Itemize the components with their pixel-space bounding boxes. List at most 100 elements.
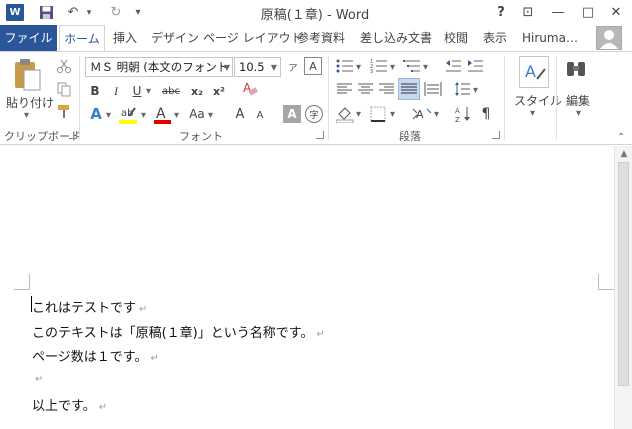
cut-icon[interactable] — [56, 58, 72, 74]
align-right-icon[interactable] — [379, 82, 395, 96]
tab-page-layout[interactable]: ページ レイアウト — [203, 25, 303, 51]
shading-dropdown-icon[interactable]: ▾ — [356, 109, 361, 120]
avatar[interactable] — [596, 26, 622, 50]
editing-dropdown-icon[interactable]: ▾ — [576, 108, 581, 119]
tab-insert[interactable]: 挿入 — [113, 25, 137, 51]
ribbon-display-options-button[interactable]: ⊡ — [517, 2, 539, 22]
group-divider — [79, 56, 80, 140]
justify-button[interactable] — [398, 78, 420, 100]
change-case-button[interactable]: Aa — [186, 105, 208, 123]
font-name-combo[interactable]: ＭＳ 明朝 (本文のフォント — [85, 57, 233, 77]
text-effects-dropdown-icon[interactable]: ▾ — [106, 110, 111, 121]
paragraph[interactable]: これはテストです ↵ — [32, 297, 147, 316]
save-icon[interactable] — [36, 3, 56, 22]
tab-home[interactable]: ホーム — [59, 25, 105, 52]
vertical-scrollbar[interactable]: ▲ — [614, 146, 632, 429]
customize-qat-icon[interactable]: ▾ — [131, 3, 145, 22]
font-color-dropdown-icon[interactable]: ▾ — [174, 110, 179, 121]
paragraph[interactable]: ↵ — [32, 371, 43, 386]
undo-dropdown-icon[interactable]: ▾ — [83, 3, 95, 22]
paragraph-mark: ↵ — [150, 353, 159, 364]
bullets-icon[interactable] — [336, 58, 354, 74]
underline-button[interactable]: U — [129, 82, 145, 100]
tab-user-account[interactable]: Hiruma… — [522, 25, 578, 51]
bold-button[interactable]: B — [87, 82, 103, 100]
text-effects-button[interactable]: A — [86, 104, 106, 124]
word-app-icon[interactable]: W — [6, 4, 24, 21]
underline-dropdown-icon[interactable]: ▾ — [146, 86, 151, 97]
clipboard-launcher-icon[interactable] — [69, 131, 77, 139]
multilevel-list-icon[interactable] — [403, 58, 421, 74]
document-canvas[interactable]: これはテストです ↵ このテキストは「原稿(１章)」という名称です。 ↵ ページ数は… — [0, 146, 614, 429]
scroll-up-icon[interactable]: ▲ — [618, 149, 630, 159]
redo-icon[interactable]: ↻ — [106, 3, 126, 22]
clipboard-paste-icon[interactable] — [6, 58, 46, 92]
font-size-dropdown-icon[interactable]: ▼ — [269, 58, 279, 76]
font-color-button[interactable]: A — [153, 104, 173, 126]
close-button[interactable]: ✕ — [605, 2, 627, 22]
align-center-icon[interactable] — [358, 82, 374, 96]
collapse-ribbon-icon[interactable]: ⌃ — [617, 132, 625, 143]
font-launcher-icon[interactable] — [316, 131, 324, 139]
superscript-button[interactable]: x² — [210, 82, 228, 100]
phonetic-guide-icon[interactable]: ア — [285, 57, 301, 77]
minimize-button[interactable]: — — [547, 2, 569, 22]
italic-button[interactable]: I — [108, 82, 124, 100]
scrollbar-thumb[interactable] — [618, 162, 629, 386]
multilevel-dropdown-icon[interactable]: ▾ — [423, 62, 428, 73]
format-painter-icon[interactable] — [56, 103, 72, 119]
borders-icon[interactable] — [370, 106, 386, 122]
character-border-icon[interactable]: A — [304, 57, 322, 75]
copy-icon[interactable] — [56, 81, 72, 97]
shrink-font-button[interactable]: A — [253, 107, 267, 123]
font-name-dropdown-icon[interactable]: ▼ — [222, 58, 232, 76]
asian-layout-icon[interactable]: A — [412, 105, 432, 123]
tab-view[interactable]: 表示 — [483, 25, 507, 51]
show-marks-button[interactable]: ¶ — [477, 105, 495, 123]
paragraph[interactable]: ページ数は１です。 ↵ — [32, 346, 159, 365]
svg-text:3: 3 — [370, 69, 373, 74]
increase-indent-icon[interactable] — [467, 58, 484, 74]
character-shading-button[interactable]: A — [283, 105, 301, 123]
borders-dropdown-icon[interactable]: ▾ — [390, 109, 395, 120]
line-spacing-dropdown-icon[interactable]: ▾ — [473, 85, 478, 96]
find-binoculars-icon[interactable] — [563, 58, 589, 86]
paragraph[interactable]: 以上です。 ↵ — [32, 395, 107, 414]
paragraph[interactable]: このテキストは「原稿(１章)」という名称です。 ↵ — [32, 322, 325, 341]
maximize-button[interactable]: □ — [577, 2, 599, 22]
tab-design[interactable]: デザイン — [151, 25, 199, 51]
editing-button[interactable]: 編集 — [566, 92, 590, 109]
styles-button[interactable]: スタイル — [514, 92, 562, 109]
align-left-icon[interactable] — [337, 82, 353, 96]
styles-icon[interactable]: A — [519, 56, 549, 88]
styles-dropdown-icon[interactable]: ▾ — [530, 108, 535, 119]
subscript-button[interactable]: x₂ — [188, 82, 206, 100]
tab-references[interactable]: 参考資料 — [297, 25, 345, 51]
distributed-icon[interactable] — [424, 81, 442, 97]
shading-icon[interactable] — [335, 105, 354, 124]
strikethrough-button[interactable]: abc — [159, 82, 183, 100]
bullets-dropdown-icon[interactable]: ▾ — [356, 62, 361, 73]
enclose-characters-button[interactable]: 字 — [305, 105, 323, 123]
grow-font-button[interactable]: A — [232, 105, 248, 123]
line-spacing-icon[interactable] — [455, 81, 471, 97]
page-corner-mark — [598, 274, 614, 290]
numbering-icon[interactable]: 123 — [370, 58, 388, 75]
asian-layout-dropdown-icon[interactable]: ▾ — [434, 109, 439, 120]
sort-icon[interactable]: AZ — [455, 105, 471, 124]
tab-mailings[interactable]: 差し込み文書 — [360, 25, 432, 51]
change-case-dropdown-icon[interactable]: ▾ — [208, 110, 213, 121]
svg-text:A: A — [416, 108, 424, 121]
highlight-dropdown-icon[interactable]: ▾ — [141, 110, 146, 121]
decrease-indent-icon[interactable] — [445, 58, 462, 74]
tab-file[interactable]: ファイル — [0, 25, 57, 51]
help-button[interactable]: ? — [490, 2, 512, 22]
numbering-dropdown-icon[interactable]: ▾ — [390, 62, 395, 73]
paste-button[interactable]: 貼り付け — [6, 94, 54, 111]
paragraph-launcher-icon[interactable] — [492, 131, 500, 139]
paste-dropdown-icon[interactable]: ▾ — [24, 110, 29, 121]
clear-formatting-icon[interactable]: A — [241, 79, 259, 97]
highlight-color-button[interactable]: ab — [118, 104, 140, 126]
tab-review[interactable]: 校閲 — [444, 25, 468, 51]
undo-icon[interactable]: ↶ — [63, 3, 83, 22]
